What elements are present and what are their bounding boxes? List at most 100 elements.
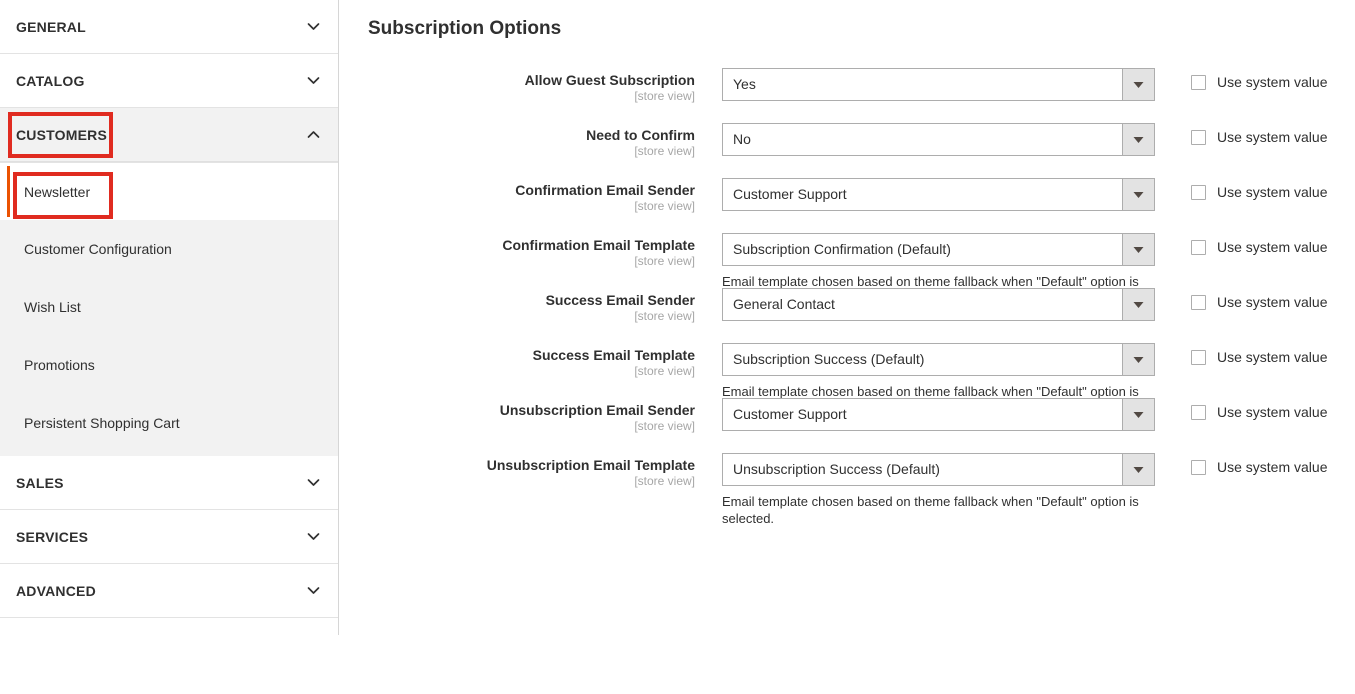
use-system-value-checkbox[interactable] <box>1191 404 1206 420</box>
chevron-up-icon <box>307 128 320 141</box>
field-label-group: Success Email Template [store view] <box>339 343 709 379</box>
sidebar-item-customer-configuration[interactable]: Customer Configuration <box>0 220 338 278</box>
sidebar-item-newsletter[interactable]: Newsletter <box>0 162 338 220</box>
sidebar-sections-top: GENERAL CATALOG CUSTOMERS <box>0 0 338 162</box>
form-row: Success Email Sender [store view] General … <box>339 288 1355 328</box>
sidebar-customers-submenu: Newsletter Customer Configuration Wish Lis… <box>0 162 338 456</box>
sidebar-section-label: SALES <box>16 474 64 491</box>
sidebar-section-label: ADVANCED <box>16 582 96 599</box>
sidebar-section-customers[interactable]: CUSTOMERS <box>0 108 338 162</box>
field-control-group: Customer Support <box>722 398 1155 431</box>
use-system-value-checkbox[interactable] <box>1191 459 1206 475</box>
field-label-group: Confirmation Email Sender [store view] <box>339 178 709 214</box>
field-label-group: Success Email Sender [store view] <box>339 288 709 324</box>
use-system-value-checkbox[interactable] <box>1191 184 1206 200</box>
field-scope-label: [store view] <box>634 419 695 433</box>
config-main-content: Subscription Options Allow Guest Subscri… <box>339 0 1355 694</box>
select-confirmation-email-template[interactable]: Subscription Confirmation (Default) <box>722 233 1155 266</box>
form-row: Confirmation Email Template [store view] S… <box>339 233 1355 306</box>
select-unsubscription-email-template[interactable]: Unsubscription Success (Default) <box>722 453 1155 486</box>
sidebar-section-services[interactable]: SERVICES <box>0 510 338 564</box>
field-label: Unsubscription Email Template <box>486 457 695 473</box>
field-note: Email template chosen based on theme fal… <box>722 494 1139 526</box>
use-system-value-group: Use system value <box>1191 349 1327 365</box>
chevron-down-icon[interactable] <box>1122 179 1154 210</box>
use-system-value-checkbox[interactable] <box>1191 129 1206 145</box>
sidebar-section-advanced[interactable]: ADVANCED <box>0 564 338 618</box>
form-row: Allow Guest Subscription [store view] Yes U… <box>339 68 1355 108</box>
use-system-value-group: Use system value <box>1191 129 1327 145</box>
select-value: No <box>733 131 751 147</box>
sidebar-item-label: Promotions <box>24 357 95 373</box>
select-value: Subscription Success (Default) <box>733 351 925 367</box>
use-system-value-group: Use system value <box>1191 239 1327 255</box>
use-system-value-label: Use system value <box>1217 239 1328 255</box>
select-value: Customer Support <box>733 406 847 422</box>
field-label-group: Confirmation Email Template [store view] <box>339 233 709 269</box>
select-success-email-sender[interactable]: General Contact <box>722 288 1155 321</box>
use-system-value-checkbox[interactable] <box>1191 74 1206 90</box>
use-system-value-label: Use system value <box>1217 349 1328 365</box>
field-label: Need to Confirm <box>586 127 695 143</box>
page-title: Subscription Options <box>368 18 562 39</box>
form-row: Confirmation Email Sender [store view] Cus… <box>339 178 1355 218</box>
field-scope-label: [store view] <box>634 254 695 268</box>
chevron-down-icon[interactable] <box>1122 234 1154 265</box>
chevron-down-icon[interactable] <box>1122 69 1154 100</box>
field-label-group: Unsubscription Email Template [store view… <box>339 453 709 489</box>
field-label-group: Need to Confirm [store view] <box>339 123 709 159</box>
field-control-group: Unsubscription Success (Default) Email te… <box>722 453 1155 527</box>
field-scope-label: [store view] <box>634 309 695 323</box>
field-label: Success Email Template <box>532 347 695 363</box>
form-row: Success Email Template [store view] Subscr… <box>339 343 1355 416</box>
chevron-down-icon[interactable] <box>1122 124 1154 155</box>
sidebar-section-general[interactable]: GENERAL <box>0 0 338 54</box>
select-value: General Contact <box>733 296 835 312</box>
sidebar-item-label: Wish List <box>24 299 81 315</box>
use-system-value-group: Use system value <box>1191 294 1327 310</box>
use-system-value-checkbox[interactable] <box>1191 294 1206 310</box>
use-system-value-label: Use system value <box>1217 74 1328 90</box>
use-system-value-group: Use system value <box>1191 74 1327 90</box>
use-system-value-checkbox[interactable] <box>1191 349 1206 365</box>
sidebar-section-label: CUSTOMERS <box>16 126 107 143</box>
select-confirmation-email-sender[interactable]: Customer Support <box>722 178 1155 211</box>
chevron-down-icon[interactable] <box>1122 344 1154 375</box>
sidebar-sections-bottom: SALES SERVICES ADVANCED <box>0 456 338 618</box>
field-label-group: Unsubscription Email Sender [store view] <box>339 398 709 434</box>
use-system-value-label: Use system value <box>1217 184 1328 200</box>
select-allow-guest-subscription[interactable]: Yes <box>722 68 1155 101</box>
sidebar-section-sales[interactable]: SALES <box>0 456 338 510</box>
form-row: Need to Confirm [store view] No Use system … <box>339 123 1355 163</box>
submenu-items: Customer Configuration Wish List Promotion… <box>0 220 338 456</box>
select-value: Subscription Confirmation (Default) <box>733 241 951 257</box>
select-need-to-confirm[interactable]: No <box>722 123 1155 156</box>
use-system-value-label: Use system value <box>1217 404 1328 420</box>
sidebar-section-catalog[interactable]: CATALOG <box>0 54 338 108</box>
use-system-value-checkbox[interactable] <box>1191 239 1206 255</box>
field-label: Success Email Sender <box>545 292 695 308</box>
use-system-value-label: Use system value <box>1217 294 1328 310</box>
select-unsubscription-email-sender[interactable]: Customer Support <box>722 398 1155 431</box>
select-value: Yes <box>733 76 756 92</box>
chevron-down-icon <box>307 20 320 33</box>
field-label: Allow Guest Subscription <box>524 72 695 88</box>
field-scope-label: [store view] <box>634 144 695 158</box>
subscription-options-form: Allow Guest Subscription [store view] Yes U… <box>339 68 1355 526</box>
field-control-group: Customer Support <box>722 178 1155 211</box>
chevron-down-icon <box>307 476 320 489</box>
sidebar-item-wish-list[interactable]: Wish List <box>0 278 338 336</box>
chevron-down-icon[interactable] <box>1122 399 1154 430</box>
field-label: Confirmation Email Sender <box>515 182 695 198</box>
sidebar-item-persistent-shopping-cart[interactable]: Persistent Shopping Cart <box>0 394 338 452</box>
chevron-down-icon[interactable] <box>1122 289 1154 320</box>
field-label-group: Allow Guest Subscription [store view] <box>339 68 709 104</box>
field-control-group: Yes <box>722 68 1155 101</box>
select-success-email-template[interactable]: Subscription Success (Default) <box>722 343 1155 376</box>
use-system-value-group: Use system value <box>1191 459 1327 475</box>
sidebar-item-promotions[interactable]: Promotions <box>0 336 338 394</box>
chevron-down-icon[interactable] <box>1122 454 1154 485</box>
field-label: Confirmation Email Template <box>502 237 695 253</box>
config-sidebar: GENERAL CATALOG CUSTOMERS Newsletter Custom… <box>0 0 339 635</box>
form-row: Unsubscription Email Sender [store view] C… <box>339 398 1355 438</box>
